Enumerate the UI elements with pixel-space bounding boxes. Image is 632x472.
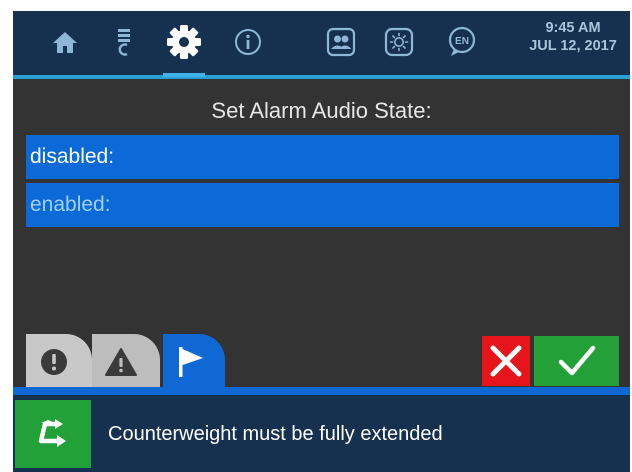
option-enabled-label: enabled: bbox=[30, 193, 111, 216]
confirm-button[interactable] bbox=[534, 336, 619, 386]
device-screen: EN 9:45 AM JUL 12, 2017 Set Alarm Audio … bbox=[13, 11, 630, 472]
checkmark-icon bbox=[558, 345, 595, 376]
clock: 9:45 AM JUL 12, 2017 bbox=[518, 19, 628, 55]
top-nav-divider bbox=[13, 75, 630, 79]
option-disabled-label: disabled: bbox=[30, 145, 115, 168]
page-title: Set Alarm Audio State: bbox=[211, 98, 432, 123]
tab-alarms-warning[interactable] bbox=[92, 334, 160, 390]
language-icon[interactable]: EN bbox=[444, 25, 480, 59]
option-enabled[interactable]: enabled: bbox=[26, 183, 619, 227]
option-disabled[interactable]: disabled: bbox=[26, 135, 619, 179]
tab-alarms-flag[interactable] bbox=[163, 334, 225, 390]
language-badge: EN bbox=[455, 36, 469, 47]
clock-date: JUL 12, 2017 bbox=[529, 38, 617, 54]
redirect-arrow-icon bbox=[38, 419, 66, 447]
tab-strip-base bbox=[13, 387, 630, 395]
error-circle-icon bbox=[41, 349, 67, 375]
status-message: Counterweight must be fully extended bbox=[108, 423, 443, 445]
lamp-icon[interactable] bbox=[113, 25, 135, 59]
brightness-icon[interactable] bbox=[381, 25, 417, 59]
active-tab-indicator bbox=[163, 73, 205, 77]
close-icon bbox=[490, 345, 522, 377]
tab-alarms-error[interactable] bbox=[26, 334, 92, 390]
gear-icon[interactable] bbox=[164, 25, 204, 59]
flag-icon bbox=[179, 347, 203, 377]
users-icon[interactable] bbox=[323, 25, 359, 59]
status-indicator[interactable] bbox=[15, 400, 91, 468]
clock-time: 9:45 AM bbox=[545, 20, 601, 36]
warning-triangle-icon bbox=[105, 348, 137, 376]
info-icon[interactable] bbox=[232, 25, 264, 59]
cancel-button[interactable] bbox=[482, 336, 530, 386]
home-icon[interactable] bbox=[51, 25, 79, 59]
